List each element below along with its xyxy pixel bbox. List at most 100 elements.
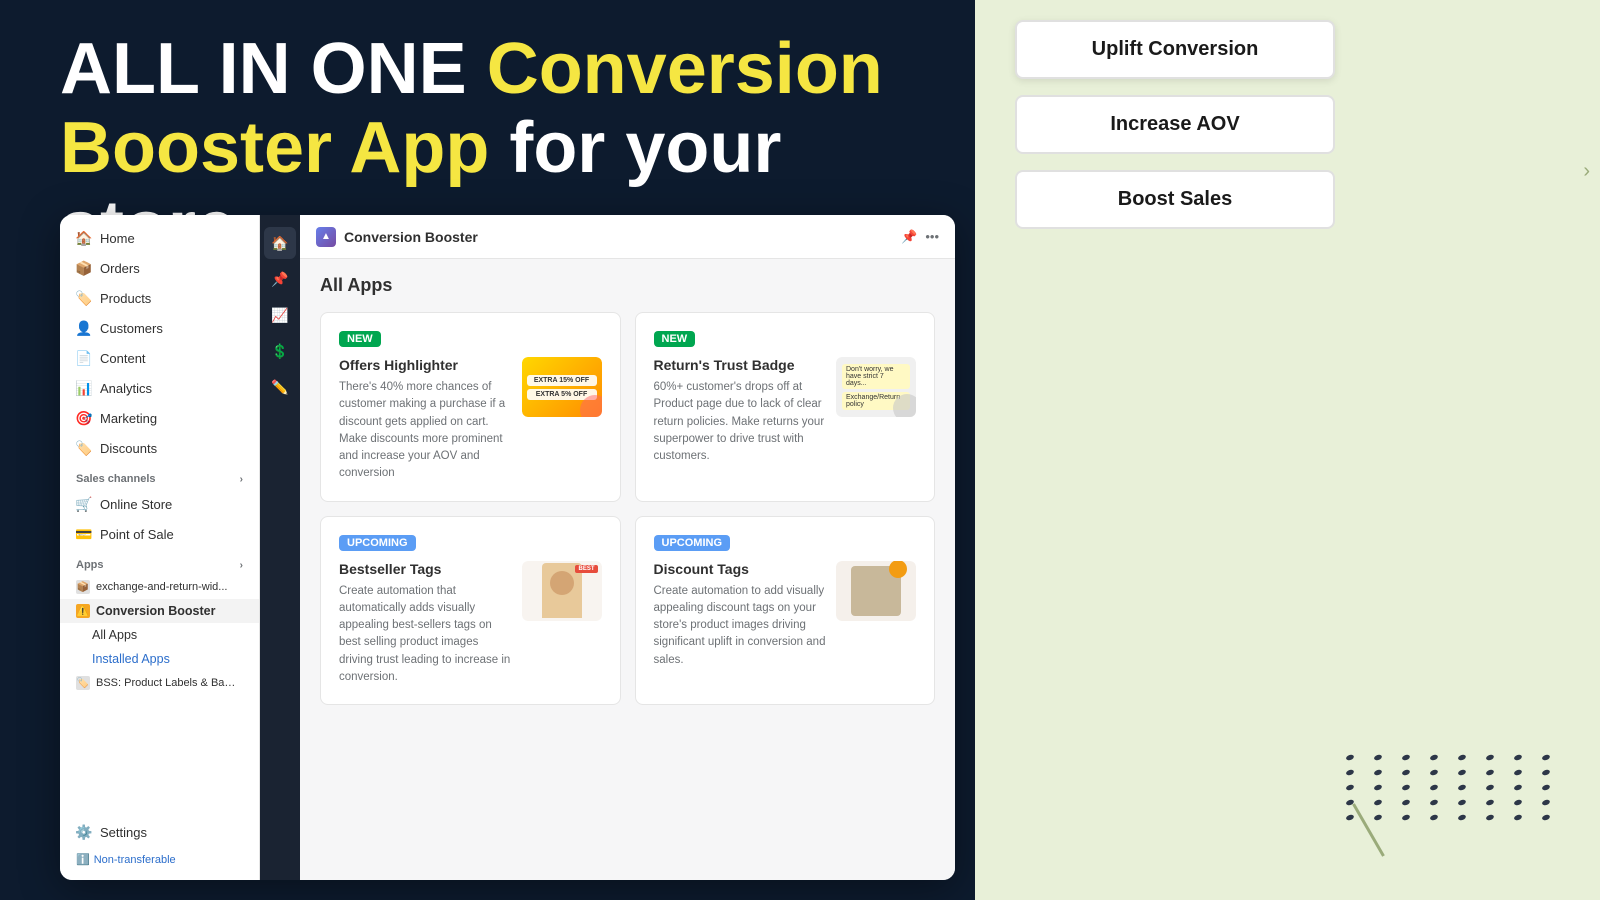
icon-dollar[interactable]: 💲	[264, 335, 296, 367]
dot	[1513, 769, 1522, 776]
app-logo: ▲	[316, 227, 336, 247]
sidebar-item-marketing[interactable]: 🎯 Marketing	[60, 403, 259, 433]
icon-analytics[interactable]: 📈	[264, 299, 296, 331]
app-card-offers-highlighter: NEW Offers Highlighter There's 40% more …	[320, 312, 621, 502]
sidebar-item-customers[interactable]: 👤 Customers	[60, 313, 259, 343]
returns-image: Don't worry, we have strict 7 days... Ex…	[836, 357, 916, 417]
dot	[1541, 814, 1550, 821]
sidebar-item-home[interactable]: 🏠 Home	[60, 223, 259, 253]
dot	[1345, 784, 1354, 791]
icon-sidebar: 🏠 📌 📈 💲 ✏️	[260, 215, 300, 880]
dot	[1373, 799, 1382, 806]
sidebar-item-settings[interactable]: ⚙️ Settings	[60, 817, 259, 847]
dot	[1457, 814, 1466, 821]
icon-edit[interactable]: ✏️	[264, 371, 296, 403]
sidebar-item-analytics[interactable]: 📊 Analytics	[60, 373, 259, 403]
sidebar-settings: ⚙️ Settings ℹ️ Non-transferable	[60, 809, 259, 880]
bss-icon: 🏷️	[76, 676, 90, 690]
hero-line2-yellow: Booster App	[60, 108, 509, 188]
discount-product	[851, 566, 901, 616]
apps-section-label: Apps	[76, 559, 104, 571]
app-card-body-bestseller: Bestseller Tags Create automation that a…	[339, 561, 602, 687]
dot	[1485, 784, 1494, 791]
dot	[1345, 754, 1354, 761]
discount-img-visual	[836, 561, 916, 621]
sidebar-subitem-installed-apps[interactable]: Installed Apps	[60, 647, 259, 671]
offers-image: EXTRA 15% OFF EXTRA 5% OFF	[522, 357, 602, 417]
dot	[1401, 754, 1410, 761]
icon-home[interactable]: 🏠	[264, 227, 296, 259]
sidebar-item-discounts[interactable]: 🏷️ Discounts	[60, 433, 259, 463]
dot	[1513, 814, 1522, 821]
conversion-booster-label: Conversion Booster	[96, 604, 215, 618]
sidebar-item-bss[interactable]: 🏷️ BSS: Product Labels & Bad...	[60, 671, 259, 695]
dot	[1345, 769, 1354, 776]
pos-icon: 💳	[76, 526, 92, 542]
sidebar-item-products[interactable]: 🏷️ Products	[60, 283, 259, 313]
sidebar-item-conversion-booster[interactable]: ⚠️ Conversion Booster	[60, 599, 259, 623]
page-title: All Apps	[320, 275, 935, 296]
dot	[1373, 754, 1382, 761]
boost-sales-button[interactable]: Boost Sales	[1015, 170, 1335, 229]
exchange-icon: 📦	[76, 580, 90, 594]
dot	[1429, 784, 1438, 791]
dot	[1429, 814, 1438, 821]
app-card-returns-trust: NEW Return's Trust Badge 60%+ customer's…	[635, 312, 936, 502]
dot	[1485, 754, 1494, 761]
main-content: ▲ Conversion Booster 📌 ••• All Apps NEW	[300, 215, 955, 880]
more-action-icon[interactable]: •••	[925, 229, 939, 244]
sidebar-customers-label: Customers	[100, 321, 163, 336]
app-card-text-bestseller: Bestseller Tags Create automation that a…	[339, 561, 512, 687]
dot	[1485, 814, 1494, 821]
content-area: All Apps NEW Offers Highlighter There's …	[300, 259, 955, 880]
dot	[1485, 799, 1494, 806]
dot	[1541, 799, 1550, 806]
icon-pin[interactable]: 📌	[264, 263, 296, 295]
sidebar: 🏠 Home 📦 Orders 🏷️ Products 👤 Customers …	[60, 215, 260, 880]
conversion-booster-icon: ⚠️	[76, 604, 90, 618]
dot	[1345, 814, 1354, 821]
top-bar: ▲ Conversion Booster 📌 •••	[300, 215, 955, 259]
app-card-body-discount: Discount Tags Create automation to add v…	[654, 561, 917, 669]
right-panel: Uplift Conversion Increase AOV Boost Sal…	[975, 0, 1600, 900]
bestseller-description: Create automation that automatically add…	[339, 583, 512, 687]
dot	[1373, 814, 1382, 821]
arrow-decoration: ›	[1583, 160, 1590, 183]
dot	[1485, 769, 1494, 776]
bestseller-img-visual: BEST	[522, 561, 602, 621]
dot	[1541, 754, 1550, 761]
sidebar-item-online-store[interactable]: 🛒 Online Store	[60, 489, 259, 519]
badge-new-returns: NEW	[654, 331, 696, 347]
orders-icon: 📦	[76, 260, 92, 276]
home-icon: 🏠	[76, 230, 92, 246]
offers-title: Offers Highlighter	[339, 357, 512, 373]
sidebar-item-content[interactable]: 📄 Content	[60, 343, 259, 373]
dot	[1373, 769, 1382, 776]
dot	[1541, 784, 1550, 791]
apps-section: Apps ›	[60, 549, 259, 575]
sales-channels-section: Sales channels ›	[60, 463, 259, 489]
info-icon: ℹ️	[76, 853, 90, 866]
settings-icon: ⚙️	[76, 824, 92, 840]
offers-img-visual: EXTRA 15% OFF EXTRA 5% OFF	[522, 357, 602, 417]
dot	[1457, 754, 1466, 761]
returns-description: 60%+ customer's drops off at Product pag…	[654, 379, 827, 465]
online-store-icon: 🛒	[76, 496, 92, 512]
sidebar-item-orders[interactable]: 📦 Orders	[60, 253, 259, 283]
pin-action-icon[interactable]: 📌	[901, 229, 917, 245]
badge-upcoming-bestseller: Upcoming	[339, 535, 416, 551]
uplift-conversion-button[interactable]: Uplift Conversion	[1015, 20, 1335, 79]
bestseller-image: BEST	[522, 561, 602, 621]
sidebar-item-point-of-sale[interactable]: 💳 Point of Sale	[60, 519, 259, 549]
dot	[1429, 769, 1438, 776]
increase-aov-button[interactable]: Increase AOV	[1015, 95, 1335, 154]
offers-description: There's 40% more chances of customer mak…	[339, 379, 512, 483]
sidebar-item-exchange[interactable]: 📦 exchange-and-return-wid...	[60, 575, 259, 599]
app-card-text-returns: Return's Trust Badge 60%+ customer's dro…	[654, 357, 827, 465]
discount-description: Create automation to add visually appeal…	[654, 583, 827, 669]
sidebar-subitem-all-apps[interactable]: All Apps	[60, 623, 259, 647]
hero-line1-white: ALL IN ONE	[60, 29, 487, 109]
offers-tag1: EXTRA 15% OFF	[527, 375, 597, 386]
app-card-discount-tags: Upcoming Discount Tags Create automation…	[635, 516, 936, 706]
sidebar-pos-label: Point of Sale	[100, 527, 174, 542]
